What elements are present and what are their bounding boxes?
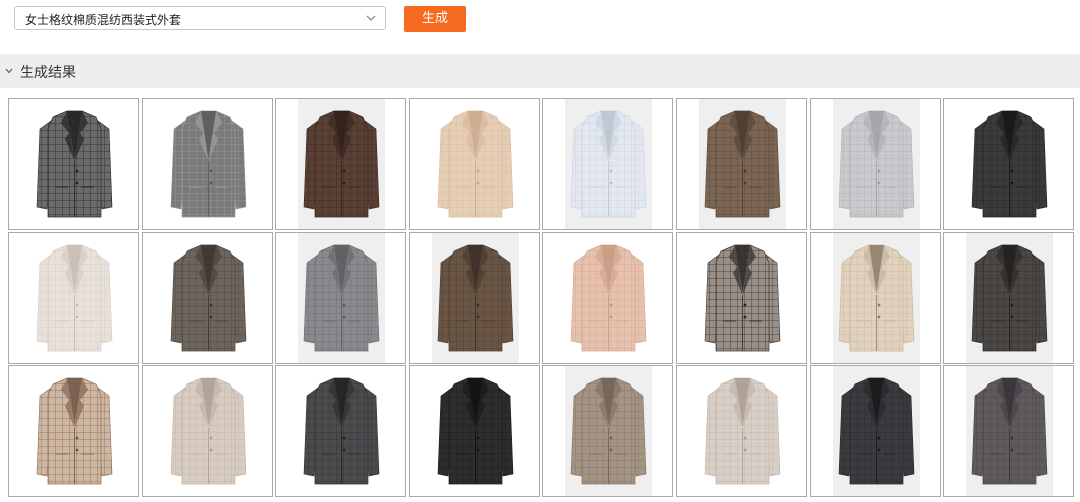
result-image-card[interactable] <box>810 98 941 230</box>
generate-button[interactable]: 生成 <box>404 6 466 32</box>
jacket-image <box>298 233 385 363</box>
jacket-image <box>833 99 920 229</box>
result-image-card[interactable] <box>676 98 807 230</box>
result-image-card[interactable] <box>943 98 1074 230</box>
result-image-card[interactable] <box>8 98 139 230</box>
result-image-card[interactable] <box>275 98 406 230</box>
chevron-down-icon <box>5 68 13 74</box>
jacket-image <box>298 99 385 229</box>
jacket-image <box>31 99 118 229</box>
jacket-image <box>31 366 118 496</box>
result-image-card[interactable] <box>275 365 406 497</box>
result-image-card[interactable] <box>676 365 807 497</box>
jacket-image <box>966 233 1053 363</box>
jacket-image <box>565 99 652 229</box>
jacket-image <box>432 99 519 229</box>
jacket-image <box>699 99 786 229</box>
result-image-card[interactable] <box>542 232 673 364</box>
result-image-card[interactable] <box>676 232 807 364</box>
jacket-image <box>165 233 252 363</box>
jacket-image <box>298 366 385 496</box>
result-image-card[interactable] <box>943 232 1074 364</box>
jacket-image <box>699 366 786 496</box>
jacket-image <box>432 366 519 496</box>
result-image-card[interactable] <box>142 232 273 364</box>
jacket-image <box>565 233 652 363</box>
jacket-image <box>833 233 920 363</box>
result-image-card[interactable] <box>409 98 540 230</box>
result-image-card[interactable] <box>810 232 941 364</box>
jacket-image <box>833 366 920 496</box>
jacket-image <box>966 99 1053 229</box>
prompt-select[interactable]: 女士格纹棉质混纺西装式外套 <box>14 6 386 30</box>
jacket-image <box>966 366 1053 496</box>
jacket-image <box>699 233 786 363</box>
result-image-card[interactable] <box>142 365 273 497</box>
jacket-image <box>31 233 118 363</box>
result-image-card[interactable] <box>542 365 673 497</box>
chevron-down-icon <box>366 15 376 21</box>
result-image-card[interactable] <box>142 98 273 230</box>
result-image-card[interactable] <box>8 365 139 497</box>
result-image-card[interactable] <box>409 232 540 364</box>
jacket-image <box>432 233 519 363</box>
toolbar: 女士格纹棉质混纺西装式外套 生成 <box>0 0 1080 52</box>
result-image-card[interactable] <box>8 232 139 364</box>
result-image-card[interactable] <box>943 365 1074 497</box>
result-image-card[interactable] <box>810 365 941 497</box>
section-title: 生成结果 <box>20 65 76 81</box>
jacket-image <box>165 366 252 496</box>
prompt-value: 女士格纹棉质混纺西装式外套 <box>25 13 182 27</box>
result-image-card[interactable] <box>542 98 673 230</box>
jacket-image <box>565 366 652 496</box>
jacket-image <box>165 99 252 229</box>
result-image-card[interactable] <box>275 232 406 364</box>
result-image-card[interactable] <box>409 365 540 497</box>
results-section-header[interactable]: 生成结果 <box>0 54 1080 88</box>
